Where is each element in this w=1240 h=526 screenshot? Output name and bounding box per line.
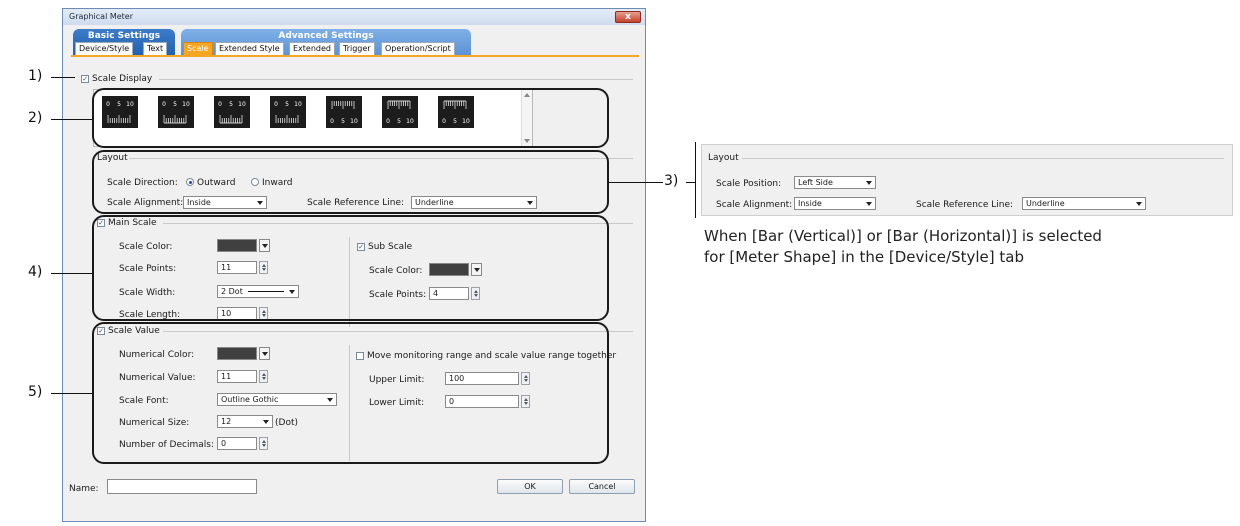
scale-position-select[interactable]: Left Side [794,176,876,189]
side-scale-reference-line-select[interactable]: Underline [1022,197,1146,210]
tab-scale[interactable]: Scale [183,42,213,56]
callout-4: 4) [28,264,43,280]
side-layout-label: Layout [708,153,739,163]
callout-3-leader-left [609,182,663,183]
callout-2-leader [51,119,92,120]
scale-display-label: Scale Display [92,74,153,84]
basic-settings-label: Basic Settings [87,31,161,41]
chevron-down-icon [866,181,872,185]
bar-shape-note: When [Bar (Vertical)] or [Bar (Horizonta… [704,226,1102,268]
ok-button[interactable]: OK [497,479,563,494]
name-input[interactable] [107,479,257,494]
note-line-1: When [Bar (Vertical)] or [Bar (Horizonta… [704,227,1102,245]
callout-3-bracket [695,142,696,218]
callout-2-ring [92,88,609,148]
callout-5-ring [92,322,609,464]
scale-position-label: Scale Position: [716,179,782,189]
scale-display-checkbox[interactable]: ✓ [81,75,89,83]
callout-5-leader [51,393,92,394]
callout-2: 2) [28,110,43,126]
side-scale-reference-line-label: Scale Reference Line: [916,200,1014,210]
callout-3: 3) [664,173,679,189]
tab-text[interactable]: Text [143,42,168,55]
side-scale-alignment-label: Scale Alignment: [716,200,793,210]
close-button[interactable]: x [615,11,641,23]
advanced-settings-label: Advanced Settings [278,31,374,41]
tab-operation-script[interactable]: Operation/Script [381,42,455,55]
cancel-button[interactable]: Cancel [569,479,635,494]
name-label: Name: [69,484,99,494]
side-scale-alignment-select[interactable]: Inside [794,197,876,210]
callout-5: 5) [28,384,43,400]
title-bar: Graphical Meter x [63,9,645,25]
bar-layout-panel: Layout Scale Position: Left Side Scale A… [701,144,1233,216]
callout-1: 1) [28,68,43,84]
chevron-down-icon [866,202,872,206]
note-line-2: for [Meter Shape] in the [Device/Style] … [704,248,1024,266]
callout-4-ring [92,215,609,321]
tab-trigger[interactable]: Trigger [339,42,375,55]
tab-extended-style[interactable]: Extended Style [215,42,284,55]
side-scale-alignment-value: Inside [798,199,822,208]
tab-extended[interactable]: Extended [289,42,335,55]
close-icon: x [625,12,631,22]
tab-device-style[interactable]: Device/Style [75,42,134,55]
callout-3-ring [92,150,609,214]
scale-display-separator [159,79,633,80]
side-layout-separator [742,158,1224,159]
side-scale-reference-line-value: Underline [1026,199,1065,208]
scale-position-value: Left Side [798,178,833,187]
dialog-title: Graphical Meter [69,12,133,21]
tab-underline [71,55,639,57]
callout-4-leader [51,273,92,274]
chevron-down-icon [1136,202,1142,206]
callout-1-leader [51,77,75,78]
